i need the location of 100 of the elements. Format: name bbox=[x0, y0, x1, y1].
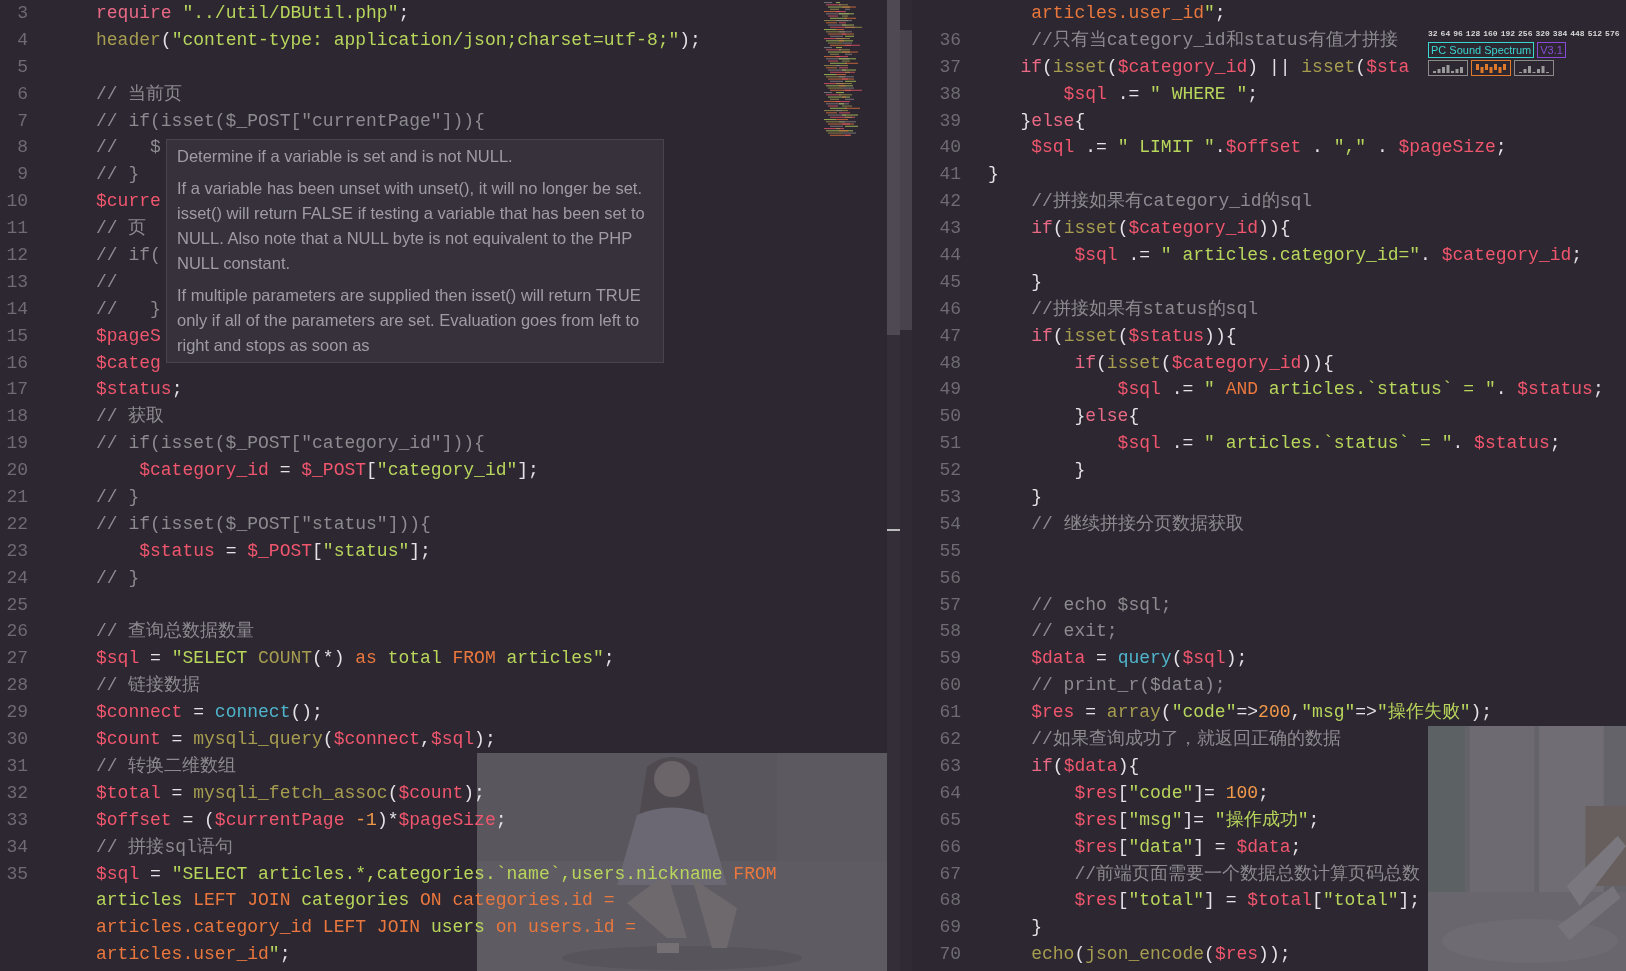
line-number: 60 bbox=[939, 675, 961, 696]
line-number: 53 bbox=[939, 487, 961, 508]
bar-graph-icon[interactable] bbox=[1514, 60, 1554, 76]
code-line: $status = $_POST["status"]; bbox=[138, 539, 431, 563]
code-line: articles LEFT JOIN categories ON categories.id = bbox=[96, 889, 615, 913]
line-number: 25 bbox=[6, 594, 28, 615]
code-line: } bbox=[1030, 916, 1042, 940]
scale-label: 192 bbox=[1500, 28, 1516, 40]
scale-label: 512 bbox=[1587, 28, 1603, 40]
line-number: 64 bbox=[939, 782, 961, 803]
code-line: // 获取 bbox=[96, 405, 165, 429]
scale-label: 320 bbox=[1535, 28, 1550, 40]
code-line: $sql .= " articles.category_id=". $category_id; bbox=[1073, 244, 1583, 267]
scrollbar-thumb[interactable] bbox=[900, 30, 912, 330]
line-number: 39 bbox=[939, 110, 961, 131]
line-number: 6 bbox=[17, 83, 28, 104]
line-number: 18 bbox=[6, 406, 28, 427]
scale-label: 96 bbox=[1453, 28, 1463, 40]
line-number: 19 bbox=[6, 433, 28, 454]
scale-label: 448 bbox=[1570, 28, 1585, 40]
line-number: 11 bbox=[6, 218, 28, 239]
line-number: 65 bbox=[939, 809, 961, 830]
code-line: articles.user_id"; bbox=[96, 943, 291, 967]
code-line: if(isset($category_id)){ bbox=[1073, 351, 1334, 375]
line-number: 61 bbox=[939, 702, 961, 723]
line-number: 31 bbox=[6, 755, 28, 776]
code-line: articles.category_id LEFT JOIN users on users.id = bbox=[96, 916, 637, 940]
equalizer-icon[interactable] bbox=[1471, 60, 1511, 76]
code-line: $sql = "SELECT articles.*,categories.`name`,users.nickname FROM bbox=[96, 862, 777, 886]
line-number: 69 bbox=[939, 917, 961, 938]
line-number: 52 bbox=[939, 460, 961, 481]
line-number: 34 bbox=[6, 836, 28, 857]
equalizer-icon[interactable] bbox=[1428, 60, 1468, 76]
line-number: 32 bbox=[6, 782, 28, 803]
code-line: // } bbox=[96, 297, 161, 321]
line-number: 37 bbox=[939, 56, 961, 77]
code-line: $category_id = $_POST["category_id"]; bbox=[138, 459, 539, 483]
widget-title: PC Sound Spectrum bbox=[1428, 42, 1535, 58]
code-line: // 拼接sql语句 bbox=[96, 835, 233, 859]
line-number: 57 bbox=[939, 594, 961, 615]
code-line: // $ bbox=[96, 136, 161, 160]
scale-label: 64 bbox=[1440, 28, 1451, 40]
line-number: 50 bbox=[939, 406, 961, 427]
code-line: $res["msg"]= "操作成功"; bbox=[1073, 808, 1320, 832]
code-line: } bbox=[1030, 486, 1042, 510]
code-line: // if(isset($_POST["currentPage"])){ bbox=[96, 109, 485, 133]
version-label: V3.1 bbox=[1537, 42, 1566, 58]
line-number: 70 bbox=[939, 944, 961, 965]
line-number: 36 bbox=[939, 29, 961, 50]
scrollbar[interactable] bbox=[887, 0, 900, 971]
code-line: // 转换二维数组 bbox=[96, 754, 237, 778]
line-number: 4 bbox=[17, 29, 28, 50]
code-line: } bbox=[988, 163, 999, 187]
line-number: 15 bbox=[6, 325, 28, 346]
code-line: $categ bbox=[96, 351, 161, 375]
line-number: 5 bbox=[17, 56, 28, 77]
code-line: // } bbox=[96, 486, 140, 510]
line-number: 17 bbox=[6, 379, 28, 400]
code-line: $count = mysqli_query($connect,$sql); bbox=[96, 728, 496, 752]
line-number: 68 bbox=[939, 890, 961, 911]
line-number: 23 bbox=[6, 540, 28, 561]
line-number: 47 bbox=[939, 325, 961, 346]
code-line: // bbox=[96, 270, 118, 294]
line-number: 41 bbox=[939, 164, 961, 185]
line-number: 8 bbox=[17, 137, 28, 158]
line-number: 24 bbox=[6, 567, 28, 588]
code-line: // 页 bbox=[96, 217, 147, 241]
scale-label: 576 bbox=[1605, 28, 1620, 40]
code-line: // 继续拼接分页数据获取 bbox=[1030, 512, 1244, 536]
line-number: 20 bbox=[6, 460, 28, 481]
scrollbar-thumb[interactable] bbox=[887, 0, 900, 335]
code-line: header("content-type: application/json;charset=utf-8;"); bbox=[96, 28, 701, 52]
code-line: $res["code"]= 100; bbox=[1073, 781, 1269, 805]
line-number: 26 bbox=[6, 621, 28, 642]
line-number: 54 bbox=[939, 513, 961, 534]
line-number: 42 bbox=[939, 191, 961, 212]
code-line: //拼接如果有status的sql bbox=[1030, 297, 1259, 321]
code-line: $sql .= " AND articles.`status` = ". $status; bbox=[1116, 378, 1604, 402]
line-number: 45 bbox=[939, 271, 961, 292]
line-number: 21 bbox=[6, 487, 28, 508]
line-number: 27 bbox=[6, 648, 28, 669]
code-line: $sql .= " WHERE "; bbox=[1062, 82, 1259, 106]
code-line: articles.user_id"; bbox=[1030, 2, 1226, 25]
line-number: 55 bbox=[939, 540, 961, 561]
line-number: 66 bbox=[939, 836, 961, 857]
code-line: // print_r($data); bbox=[1030, 674, 1226, 698]
code-line: require "../util/DBUtil.php"; bbox=[96, 2, 410, 25]
scale-label: 32 bbox=[1428, 28, 1438, 40]
code-line: // 链接数据 bbox=[96, 674, 201, 698]
line-number: 35 bbox=[6, 863, 28, 884]
line-number: 63 bbox=[939, 755, 961, 776]
line-number: 58 bbox=[939, 621, 961, 642]
line-number: 62 bbox=[939, 729, 961, 750]
code-line: //只有当category_id和status有值才拼接 bbox=[1030, 28, 1399, 52]
line-number: 30 bbox=[6, 729, 28, 750]
scale-label: 160 bbox=[1483, 28, 1498, 40]
code-line: $sql .= " articles.`status` = ". $status; bbox=[1116, 432, 1561, 456]
tooltip-text: If multiple parameters are supplied then isset() will return TRUE only if all of the parameters are set. Evaluation goes from left to right and stops as soon as bbox=[177, 285, 642, 356]
code-line: // if(isset($_POST["status"])){ bbox=[96, 512, 431, 536]
line-number: 22 bbox=[6, 513, 28, 534]
